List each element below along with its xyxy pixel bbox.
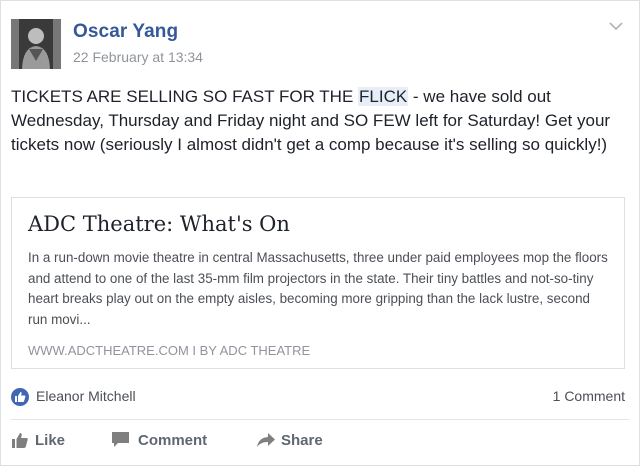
comment-button[interactable]: Comment [111,429,231,453]
action-bar: Like Comment Share [11,429,631,453]
post-text-highlight: FLICK [358,87,409,106]
comment-label: Comment [138,432,208,449]
comment-count[interactable]: 1 Comment [553,388,625,404]
share-button[interactable]: Share [256,429,356,453]
avatar[interactable] [11,19,61,69]
share-arrow-icon [256,431,276,453]
link-description: In a run-down movie theatre in central M… [28,250,608,327]
post-timestamp[interactable]: 22 February at 13:34 [73,49,203,65]
like-button[interactable]: Like [11,429,91,453]
link-title[interactable]: ADC Theatre: What's On [28,212,290,236]
thumbs-up-icon [11,388,29,406]
post-text: TICKETS ARE SELLING SO FAST FOR THE FLIC… [11,85,626,157]
reactor-name[interactable]: Eleanor Mitchell [36,388,136,404]
author-name[interactable]: Oscar Yang [73,21,178,43]
thumbs-up-icon [11,431,29,453]
link-source: WWW.ADCTHEATRE.COM I BY ADC THEATRE [28,343,311,358]
avatar-image [11,19,61,69]
like-label: Like [35,432,66,449]
chevron-down-icon[interactable] [607,17,625,35]
reactions-bar: Eleanor Mitchell 1 Comment [11,387,625,407]
divider [11,419,629,420]
share-label: Share [281,432,323,449]
post-card: Oscar Yang 22 February at 13:34 TICKETS … [0,0,640,466]
link-preview[interactable]: ADC Theatre: What's On In a run-down mov… [11,197,625,369]
comment-icon [111,431,130,453]
post-text-start: TICKETS ARE SELLING SO FAST FOR THE [11,87,359,106]
